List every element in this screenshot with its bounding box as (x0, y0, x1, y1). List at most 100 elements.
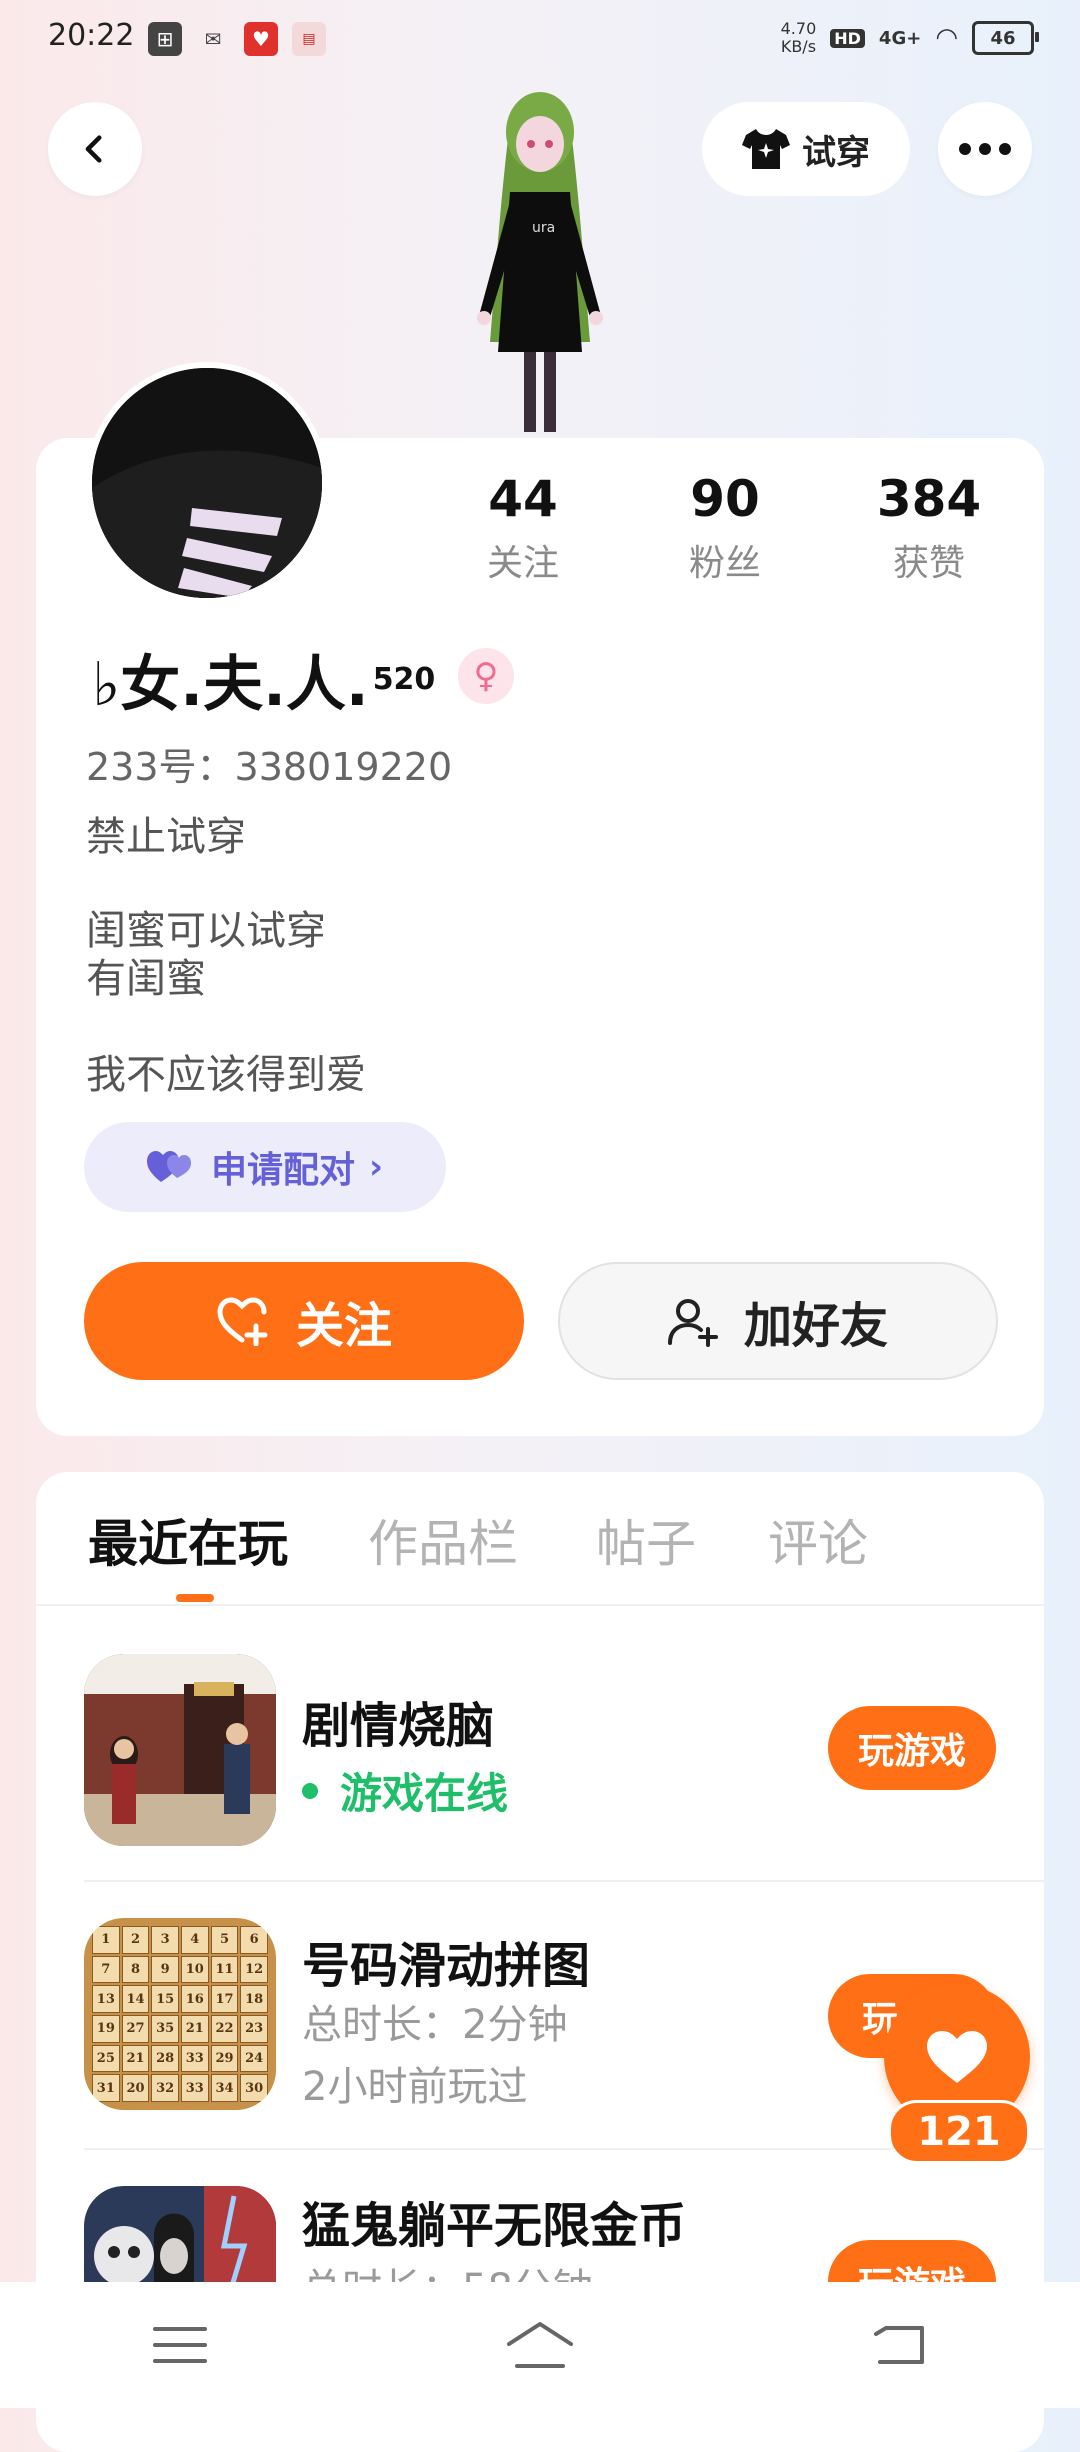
menu-icon (153, 2327, 207, 2363)
puzzle-tile: 5 (210, 1926, 239, 1954)
nickname-text: ♭女.夫.人. (92, 650, 369, 720)
heart-plus-icon (217, 1297, 268, 1346)
back-icon (874, 2326, 924, 2364)
puzzle-tile: 3 (151, 1926, 179, 1954)
puzzle-tile: 21 (121, 2044, 150, 2073)
puzzle-tile: 20 (121, 2074, 150, 2102)
game-title: 剧情烧脑 (302, 1698, 495, 1754)
puzzle-tile: 27 (121, 2014, 150, 2043)
tab-works[interactable]: 作品栏 (368, 1504, 518, 1576)
app-notification-icon: ♥ (244, 22, 278, 56)
bio-line: 禁止试穿 (86, 814, 246, 860)
add-user-icon (667, 1299, 718, 1347)
game-title: 号码滑动拼图 (302, 1938, 591, 1994)
puzzle-tile: 24 (240, 2044, 268, 2073)
puzzle-tile: 17 (210, 1985, 239, 2013)
puzzle-tile: 10 (180, 1955, 209, 1984)
row-divider (84, 1880, 1044, 1882)
puzzle-tile: 1 (92, 1926, 120, 1954)
nickname-sup: 520 (372, 662, 436, 697)
double-heart-icon (146, 1151, 191, 1182)
puzzle-tile: 19 (92, 2014, 120, 2043)
tab-divider (36, 1604, 1044, 1606)
female-icon: ♀ (458, 648, 514, 704)
like-count: 121 (888, 2100, 1030, 2164)
game-title: 猛鬼躺平无限金币 (302, 2198, 687, 2254)
game-icon[interactable]: 1 2 3 4 5 6 7 8 9 10 11 12 13 14 15 16 17 18 19 27 35 21 22 23 2… (84, 1918, 276, 2110)
hd-icon: HD (830, 28, 865, 48)
follow-button[interactable]: 关注 (84, 1262, 524, 1380)
heart-icon (927, 2031, 987, 2083)
apply-pair-button[interactable]: 申请配对 › (84, 1122, 446, 1212)
status-notification-icons: ⊞ ✉ ♥ ▤ (148, 22, 326, 56)
puzzle-tile: 14 (121, 1985, 150, 2013)
chevron-left-icon (85, 135, 102, 163)
puzzle-tile: 21 (180, 2014, 209, 2043)
puzzle-tile: 35 (151, 2014, 179, 2043)
puzzle-tile: 15 (151, 1985, 179, 2013)
puzzle-tile: 31 (92, 2074, 120, 2102)
avatar-character-image[interactable]: ura (440, 82, 640, 442)
puzzle-tile: 30 (240, 2074, 268, 2102)
puzzle-tile: 22 (210, 2014, 239, 2043)
try-on-button[interactable]: 试穿 (702, 102, 910, 196)
game-icon[interactable] (84, 1654, 276, 1846)
status-right: 4.70 KB/s HD 4G+ ◠ 46 (780, 19, 1039, 56)
puzzle-tile: 2 (121, 1926, 150, 1954)
avatar[interactable] (86, 362, 328, 604)
stat-likes-label: 获赞 (892, 543, 965, 584)
stat-following-value: 44 (488, 470, 558, 528)
puzzle-tile: 23 (240, 2014, 268, 2043)
puzzle-tile: 18 (240, 1985, 268, 2013)
add-friend-label: 加好友 (743, 1298, 888, 1354)
stat-followers-value: 90 (690, 470, 760, 528)
play-game-button[interactable]: 玩游戏 (828, 1706, 996, 1790)
net-speed: 4.70 KB/s (780, 19, 817, 56)
tab-indicator (176, 1594, 214, 1602)
stat-likes[interactable]: 384 获赞 (854, 470, 1004, 586)
back-nav-button[interactable] (840, 2305, 960, 2385)
game-online-status: 游戏在线 (302, 1760, 508, 1821)
app-notification-icon: ⊞ (148, 22, 182, 56)
tab-comments[interactable]: 评论 (768, 1504, 868, 1576)
user-id: 233号：338019220 (86, 745, 453, 789)
puzzle-tile: 32 (151, 2074, 179, 2102)
puzzle-tile: 16 (180, 1985, 209, 2013)
tab-recently-played[interactable]: 最近在玩 (88, 1504, 288, 1576)
puzzle-tile: 34 (210, 2074, 239, 2102)
wechat-icon: ✉ (204, 27, 222, 51)
puzzle-grid: 1 2 3 4 5 6 7 8 9 10 11 12 13 14 15 16 17 18 19 27 35 21 22 23 2… (92, 1926, 268, 2102)
stat-following-label: 关注 (486, 543, 559, 584)
home-icon (507, 2322, 573, 2368)
avatar-image (92, 368, 322, 598)
online-dot-icon (302, 1782, 318, 1799)
status-time: 20:22 (48, 18, 135, 53)
more-button[interactable] (938, 102, 1032, 196)
follow-label: 关注 (295, 1298, 392, 1354)
game-thumbnail (84, 1654, 276, 1846)
puzzle-tile: 4 (180, 1926, 209, 1954)
more-dots-icon (959, 143, 1011, 155)
svg-text:ura: ura (532, 220, 555, 236)
puzzle-tile: 33 (180, 2074, 209, 2102)
puzzle-tile: 6 (240, 1926, 268, 1954)
puzzle-tile: 33 (180, 2044, 209, 2073)
chevron-right-icon: › (369, 1147, 384, 1187)
add-friend-button[interactable]: 加好友 (558, 1262, 998, 1380)
tab-posts[interactable]: 帖子 (596, 1504, 696, 1576)
wifi-icon: ◠ (935, 23, 958, 53)
puzzle-tile: 25 (92, 2044, 120, 2073)
online-status-text: 游戏在线 (340, 1769, 509, 1818)
puzzle-tile: 11 (210, 1955, 239, 1984)
shirt-icon (742, 129, 790, 169)
nickname: ♭女.夫.人. 520 (92, 636, 435, 723)
stat-following[interactable]: 44 关注 (448, 470, 598, 586)
puzzle-tile: 9 (151, 1955, 179, 1984)
menu-nav-button[interactable] (120, 2305, 240, 2385)
back-button[interactable] (48, 102, 142, 196)
puzzle-tile: 7 (92, 1955, 120, 1984)
home-nav-button[interactable] (480, 2305, 600, 2385)
stat-likes-value: 384 (876, 470, 982, 528)
stat-followers[interactable]: 90 粉丝 (650, 470, 800, 586)
app-notification-icon: ▤ (292, 22, 326, 56)
